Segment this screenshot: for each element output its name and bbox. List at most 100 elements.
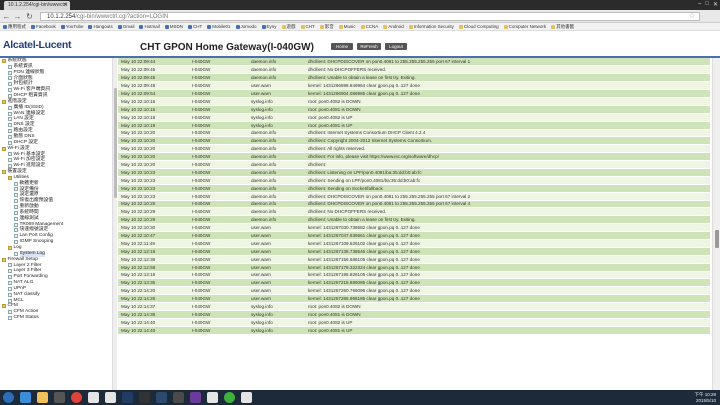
bookmark-item[interactable]: CHT (188, 24, 202, 29)
close-window-icon[interactable]: ✕ (713, 1, 718, 8)
log-host: I-040GW (189, 129, 248, 138)
reload-icon[interactable]: ↻ (25, 12, 34, 21)
home-button[interactable]: Home (331, 43, 353, 50)
bookmark-label: YouTube (65, 24, 84, 29)
bookmark-item[interactable]: 影音 (319, 24, 334, 30)
media-icon[interactable] (54, 392, 65, 403)
log-message: kernel: 1431266898.846964 clear gpon.pq … (305, 81, 710, 91)
bookmark-item[interactable]: Gmail (117, 24, 134, 29)
bookmark-item[interactable]: Jomodo (235, 24, 257, 29)
bookmark-item[interactable]: Cloud Computing (458, 24, 499, 29)
bookmark-item[interactable]: Eyny (261, 24, 277, 29)
log-message: root: pon0.4081 is DOWN (305, 310, 710, 319)
bookmark-item[interactable]: CHT (300, 24, 315, 29)
bookmark-item[interactable]: Hangouts (88, 24, 113, 29)
bookmark-item[interactable]: CCNA (360, 24, 378, 29)
bookmark-item[interactable]: Android (383, 24, 404, 29)
bookmark-label: Eyny (266, 24, 277, 29)
table-row: May 10 22:10:29 I-040GW daemon.info dhcllie… (118, 207, 710, 217)
table-row: May 10 22:09:44 I-040GW daemon.info dhcllie… (118, 58, 710, 67)
url-input[interactable]: 10.1.2.254/cgi-bin/wwwctrl.cgi?action=LO… (40, 12, 700, 21)
browser-tab[interactable]: 10.1.2.254/cgi-bin/wwwctrl ✕ (4, 1, 70, 10)
log-host: I-040GW (189, 326, 248, 335)
sidebar-scrollbar[interactable] (112, 58, 117, 390)
tab-title: 10.1.2.254/cgi-bin/wwwctrl (8, 2, 67, 8)
sidebar-item[interactable]: CFM Status (0, 315, 116, 321)
table-row: May 10 22:10:29 I-040GW daemon.info dhcllie… (118, 215, 710, 225)
bookmark-item[interactable]: Information Security (408, 24, 454, 29)
bookmark-item[interactable]: Computer Network (503, 24, 546, 29)
log-host: I-040GW (189, 239, 248, 248)
bookmark-item[interactable]: Music (338, 24, 356, 29)
page-icon (8, 93, 12, 98)
page-icon (14, 234, 18, 239)
log-message: dhcllient: For info, please visit https:… (305, 152, 710, 162)
star-icon[interactable]: ☆ (689, 13, 695, 21)
log-message: kernel: 1431267265.966185 clear gpon.pq … (305, 294, 710, 304)
url-path: /cgi-bin/wwwctrl.cgi?action=LOGIN (75, 14, 169, 20)
folder-icon (2, 304, 6, 309)
table-row: May 10 22:12:58 I-040GW user.warn kernel: 1… (118, 263, 710, 272)
start-icon[interactable] (3, 392, 14, 403)
bookmark-item[interactable]: 遊戲 (281, 24, 296, 30)
log-host: I-040GW (189, 89, 248, 98)
app-icon[interactable] (88, 392, 99, 403)
bookmarks-bar: 應用程式 Facebook YouTube Hangouts Gmail Hotmail M… (0, 23, 720, 31)
log-time: May 10 22:10:16 (118, 97, 189, 106)
minimize-icon[interactable]: – (698, 1, 701, 8)
log-message: dhcllient: Unable to obtain a lease on f… (305, 215, 710, 225)
log-message: root: pon0.4082 is UP (305, 318, 710, 327)
system-clock[interactable]: 下午 10:28 2015/5/10 (694, 392, 716, 404)
back-icon[interactable]: ← (2, 12, 11, 21)
bookmark-label: Facebook (36, 24, 56, 29)
close-icon[interactable]: ✕ (64, 1, 68, 10)
app-icon-4[interactable] (173, 392, 184, 403)
clock-time: 下午 10:28 (694, 391, 716, 397)
app-icon-5[interactable] (207, 392, 218, 403)
log-message: root: pon0.4082 is DOWN (305, 302, 710, 311)
bookmark-item[interactable]: Hotmail (139, 24, 160, 29)
log-time: May 10 22:14:38 (118, 310, 189, 319)
log-host: I-040GW (189, 247, 248, 256)
page-icon (8, 152, 12, 157)
log-host: I-040GW (189, 81, 248, 91)
log-time: May 10 22:10:19 (118, 121, 189, 130)
page-scroll-thumb[interactable] (714, 230, 719, 248)
ie-icon[interactable] (20, 392, 31, 403)
log-message: dhcllient: No DHCPOFFERS received. (305, 207, 710, 217)
log-message: dhcllient: Unable to obtain a lease on f… (305, 73, 710, 83)
sidebar-scroll-thumb[interactable] (113, 88, 117, 198)
forward-icon[interactable]: → (13, 12, 22, 21)
explorer-icon[interactable] (37, 392, 48, 403)
maximize-icon[interactable]: □ (705, 1, 709, 8)
bookmark-item[interactable]: MSDN (164, 24, 183, 29)
chrome-icon[interactable] (71, 392, 82, 403)
bookmark-item[interactable]: 應用程式 (3, 24, 26, 30)
log-host: I-040GW (189, 97, 248, 106)
log-time: May 10 22:14:40 (118, 326, 189, 335)
log-time: May 10 22:10:16 (118, 105, 189, 114)
os-taskbar: 下午 10:28 2015/5/10 (0, 390, 720, 405)
table-row: May 10 22:12:18 I-040GW user.warn kernel: 1… (118, 247, 710, 256)
app-icon-2[interactable] (105, 392, 116, 403)
page-scrollbar[interactable] (712, 58, 720, 390)
bookmark-item[interactable]: 其他書籤 (551, 24, 574, 30)
bookmark-icon (261, 24, 266, 29)
photoshop-icon[interactable] (122, 392, 133, 403)
bookmark-item[interactable]: Facebook (31, 24, 56, 29)
line-icon[interactable] (224, 392, 235, 403)
table-row: May 10 22:14:40 I-040GW syslog.info root: p… (118, 326, 710, 335)
logout-button[interactable]: Logout (385, 43, 407, 50)
page-icon (8, 263, 12, 268)
visual-studio-icon[interactable] (190, 392, 201, 403)
lightroom-icon[interactable] (156, 392, 167, 403)
log-time: May 10 22:10:30 (118, 223, 189, 233)
log-host: I-040GW (189, 278, 248, 288)
app-icon-3[interactable] (139, 392, 150, 403)
bookmark-item[interactable]: YouTube (60, 24, 84, 29)
bookmark-item[interactable]: Mobile01 (207, 24, 231, 29)
log-facility: daemon.info (248, 207, 305, 217)
log-time: May 10 22:09:45 (118, 65, 189, 75)
app-icon-6[interactable] (241, 392, 252, 403)
refresh-button[interactable]: ReFresh (357, 43, 381, 50)
